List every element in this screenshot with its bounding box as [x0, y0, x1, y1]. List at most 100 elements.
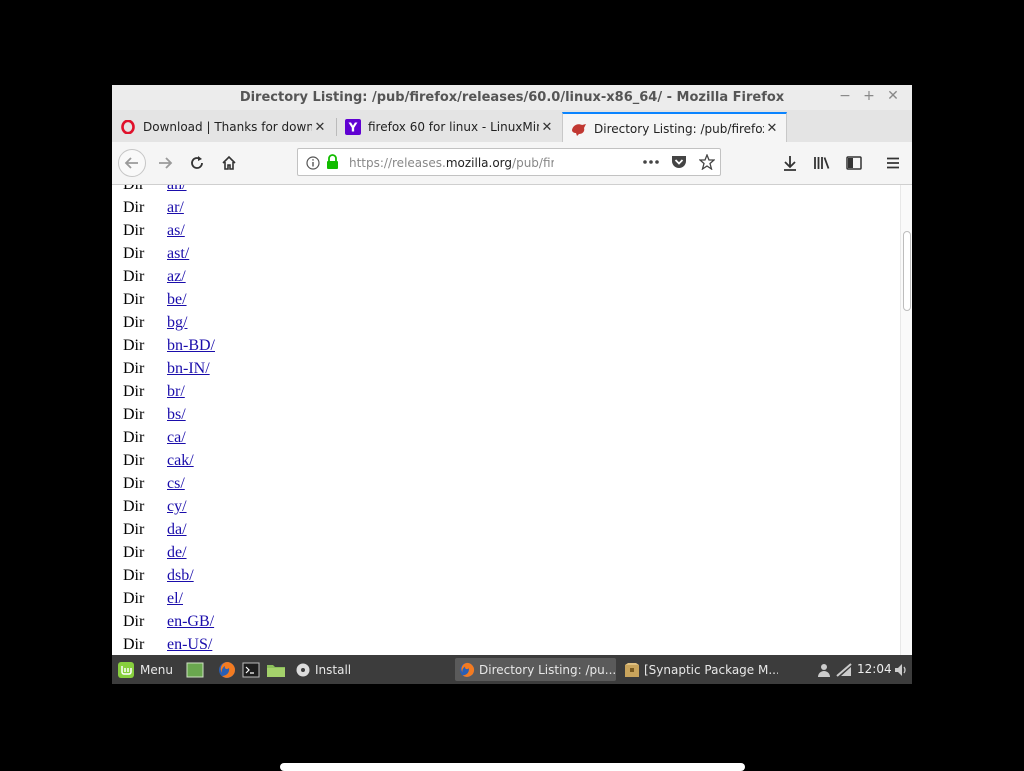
directory-link[interactable]: de/ [167, 544, 187, 562]
directory-link[interactable]: dsb/ [167, 567, 194, 585]
start-menu-button[interactable]: Menu [117, 655, 173, 684]
firefox-icon [459, 662, 475, 678]
directory-link[interactable]: cy/ [167, 498, 187, 516]
install-label: Install [315, 662, 352, 677]
close-tab-icon[interactable]: ✕ [539, 120, 555, 135]
directory-link[interactable]: el/ [167, 590, 183, 608]
back-arrow-icon [124, 157, 138, 169]
tab-directory-listing[interactable]: Directory Listing: /pub/firefox/ ✕ [562, 112, 787, 143]
directory-link[interactable]: ast/ [167, 245, 189, 263]
downloads-button[interactable] [777, 150, 803, 176]
mozilla-dino-icon [571, 121, 587, 137]
install-launcher[interactable]: Install [296, 655, 351, 684]
close-tab-icon[interactable]: ✕ [764, 121, 780, 136]
synaptic-icon [624, 662, 640, 678]
library-button[interactable] [809, 150, 835, 176]
directory-link[interactable]: bn-BD/ [167, 337, 215, 355]
user-icon [818, 663, 830, 677]
directory-link[interactable]: en-US/ [167, 636, 212, 654]
tab-linuxmint[interactable]: Y firefox 60 for linux - LinuxMint ✕ [337, 112, 561, 142]
tab-label: firefox 60 for linux - LinuxMint [368, 120, 539, 134]
directory-link[interactable]: br/ [167, 383, 185, 401]
entry-type: Dir [123, 452, 145, 469]
navigation-toolbar: https://releases.mozilla.org/pub/firefox… [112, 142, 912, 185]
show-desktop-launcher[interactable] [186, 655, 204, 684]
sidebar-icon [846, 156, 862, 170]
taskbar-window-synaptic[interactable]: [Synaptic Package M... [620, 658, 778, 681]
linux-mint-icon [117, 661, 135, 679]
taskbar-window-firefox[interactable]: Directory Listing: /pu... [455, 658, 616, 681]
directory-link[interactable]: cak/ [167, 452, 194, 470]
taskbar: Menu Install Directory Listing: /pu... [… [112, 655, 912, 684]
page-actions-icon[interactable] [642, 154, 660, 174]
entry-type: Dir [123, 475, 145, 492]
tab-opera-download[interactable]: Download | Thanks for downl ✕ [112, 112, 334, 142]
directory-link[interactable]: ca/ [167, 429, 186, 447]
directory-link[interactable]: da/ [167, 521, 187, 539]
library-icon [814, 157, 830, 169]
reload-button[interactable] [184, 150, 210, 176]
url-text[interactable]: https://releases.mozilla.org/pub/firefox… [349, 156, 554, 170]
file-manager-launcher[interactable] [266, 655, 286, 684]
directory-link[interactable]: ar/ [167, 199, 184, 217]
firefox-icon [219, 661, 235, 678]
info-icon[interactable] [306, 155, 320, 174]
firefox-window: Directory Listing: /pub/firefox/releases… [112, 85, 912, 684]
volume-tray-icon[interactable] [894, 655, 908, 684]
terminal-icon [242, 662, 260, 677]
taskbar-window-label: Directory Listing: /pu... [479, 662, 616, 677]
speaker-icon [895, 663, 906, 676]
back-button[interactable] [118, 149, 146, 177]
entry-type: Dir [123, 567, 145, 584]
network-tray-icon[interactable] [836, 655, 852, 684]
directory-link[interactable]: be/ [167, 291, 187, 309]
user-tray-icon[interactable] [817, 655, 831, 684]
entry-type: Dir [123, 498, 145, 515]
entry-type: Dir [123, 429, 145, 446]
vertical-scrollbar[interactable] [900, 185, 912, 655]
directory-link[interactable]: bs/ [167, 406, 186, 424]
disc-icon [296, 663, 310, 677]
scrollbar-thumb[interactable] [903, 231, 911, 311]
title-bar[interactable]: Directory Listing: /pub/firefox/releases… [112, 85, 912, 110]
tab-label: Directory Listing: /pub/firefox/ [594, 121, 764, 136]
network-icon [836, 662, 852, 677]
directory-link[interactable]: bn-IN/ [167, 360, 210, 378]
directory-link[interactable]: as/ [167, 222, 185, 240]
url-bar[interactable]: https://releases.mozilla.org/pub/firefox… [297, 148, 721, 176]
entry-type: Dir [123, 383, 145, 400]
entry-type: Dir [123, 268, 145, 285]
reload-icon [191, 156, 203, 169]
bookmark-star-icon[interactable] [698, 153, 716, 174]
entry-type: Dir [123, 521, 145, 538]
directory-link[interactable]: cs/ [167, 475, 185, 493]
directory-link[interactable]: an/ [167, 185, 187, 194]
lock-icon [326, 154, 339, 173]
close-window-button[interactable]: ✕ [884, 88, 902, 104]
menu-button[interactable] [880, 150, 906, 176]
url-host: mozilla.org [445, 156, 513, 170]
forward-button[interactable] [152, 150, 178, 176]
firefox-launcher[interactable] [218, 655, 236, 684]
download-icon [784, 156, 796, 171]
hamburger-menu-icon [887, 157, 899, 169]
forward-arrow-icon [159, 157, 173, 169]
url-path: /pub/firefox/releas [512, 156, 554, 170]
directory-link[interactable]: bg/ [167, 314, 187, 332]
directory-link[interactable]: az/ [167, 268, 186, 286]
terminal-launcher[interactable] [242, 655, 260, 684]
minimize-button[interactable]: − [836, 88, 854, 104]
sidebar-button[interactable] [841, 150, 867, 176]
entry-type: Dir [123, 291, 145, 308]
tab-bar: Download | Thanks for downl ✕ Y firefox … [112, 110, 912, 163]
maximize-button[interactable]: + [860, 88, 878, 104]
opera-icon [120, 119, 136, 135]
menu-label: Menu [140, 662, 173, 677]
directory-link[interactable]: en-GB/ [167, 613, 214, 631]
entry-type: Dir [123, 199, 145, 216]
pocket-icon[interactable] [671, 154, 687, 174]
screen-bottom-edge [280, 763, 745, 771]
clock[interactable]: 12:04 [857, 662, 892, 676]
home-button[interactable] [216, 150, 242, 176]
close-tab-icon[interactable]: ✕ [312, 120, 328, 135]
